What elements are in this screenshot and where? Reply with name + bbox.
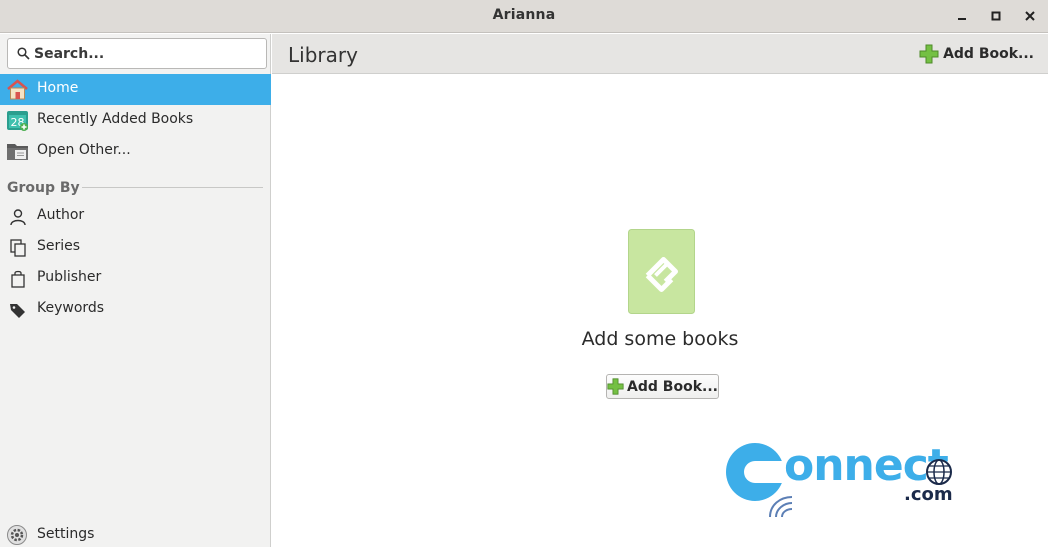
add-icon	[919, 44, 939, 64]
maximize-icon	[991, 11, 1001, 21]
globe-icon	[926, 459, 952, 485]
sidebar-item-series[interactable]: Series	[0, 232, 271, 263]
header-add-book-label: Add Book...	[943, 46, 1034, 62]
title-bar: Arianna	[0, 0, 1048, 33]
add-book-button[interactable]: Add Book...	[606, 374, 719, 399]
sidebar: Home 28 Recently Added Books Open Other.…	[0, 34, 271, 547]
folder-icon	[7, 144, 28, 160]
bag-icon	[11, 270, 25, 288]
header-add-book-button[interactable]: Add Book...	[919, 43, 1034, 65]
add-book-label: Add Book...	[627, 378, 718, 395]
close-button[interactable]	[1021, 7, 1039, 25]
gear-icon	[7, 525, 27, 545]
user-icon	[10, 209, 26, 226]
sidebar-item-label: Series	[37, 238, 81, 254]
maximize-button[interactable]	[987, 7, 1005, 25]
sidebar-item-label: Open Other...	[37, 142, 131, 158]
sidebar-item-label: Recently Added Books	[37, 111, 194, 127]
sidebar-item-label: Keywords	[37, 300, 105, 316]
window-title: Arianna	[492, 7, 556, 23]
watermark-logo: onnect .com	[724, 439, 969, 521]
wifi-icon	[769, 496, 793, 518]
calendar-icon: 28	[7, 111, 28, 131]
sidebar-item-keywords[interactable]: Keywords	[0, 294, 271, 325]
sidebar-item-home[interactable]: Home	[0, 74, 271, 105]
watermark-com: .com	[904, 484, 953, 505]
close-icon	[1025, 11, 1035, 21]
group-divider	[82, 187, 263, 188]
watermark-text: onnect	[784, 440, 949, 491]
copy-icon	[10, 239, 26, 257]
library-content: Add some books Add Book... onnect .com	[272, 75, 1048, 547]
sidebar-item-label: Publisher	[37, 269, 102, 285]
sidebar-item-author[interactable]: Author	[0, 201, 271, 232]
search-icon	[17, 47, 30, 60]
sidebar-item-label: Settings	[37, 526, 95, 542]
sidebar-item-publisher[interactable]: Publisher	[0, 263, 271, 294]
sidebar-item-label: Home	[37, 80, 79, 96]
main-header: Library Add Book...	[272, 34, 1048, 74]
minimize-icon	[958, 18, 966, 20]
empty-state-title: Add some books	[581, 328, 739, 350]
sidebar-item-recently-added[interactable]: 28 Recently Added Books	[0, 105, 271, 136]
group-by-header: Group By	[7, 180, 80, 196]
sidebar-item-label: Author	[37, 207, 85, 223]
sidebar-item-open-other[interactable]: Open Other...	[0, 136, 271, 167]
minimize-button[interactable]	[953, 7, 971, 25]
add-icon	[607, 378, 624, 395]
search-box[interactable]	[7, 38, 267, 69]
home-icon	[7, 79, 28, 100]
sidebar-item-settings[interactable]: Settings	[0, 520, 271, 547]
ebook-icon	[628, 229, 695, 314]
page-title: Library	[288, 43, 358, 67]
tag-icon	[10, 304, 25, 318]
search-input[interactable]	[34, 43, 259, 65]
